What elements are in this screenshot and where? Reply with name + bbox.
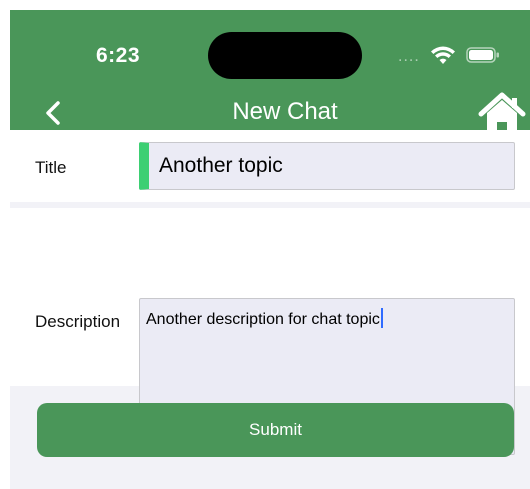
title-input[interactable]	[139, 142, 515, 190]
page-title: New Chat	[232, 98, 338, 125]
cellular-signal-icon: ....	[398, 48, 420, 65]
description-text: Another description for chat topic	[146, 311, 380, 328]
new-chat-form: Title Description Another description fo…	[10, 130, 530, 489]
submit-button[interactable]: Submit	[37, 403, 514, 457]
app-header: 6:23 .... New Chat	[10, 10, 530, 134]
description-label: Description	[35, 312, 121, 331]
chevron-left-icon	[46, 101, 60, 125]
title-row: Title	[10, 130, 530, 202]
description-row: Description Another description for chat…	[10, 208, 530, 455]
back-button[interactable]	[38, 98, 68, 128]
dynamic-island	[208, 32, 362, 79]
status-icons: ....	[398, 44, 508, 66]
title-label: Title	[35, 158, 67, 177]
status-time: 6:23	[96, 44, 141, 67]
wifi-icon	[431, 46, 455, 64]
battery-icon	[466, 47, 499, 63]
text-caret	[380, 308, 383, 328]
